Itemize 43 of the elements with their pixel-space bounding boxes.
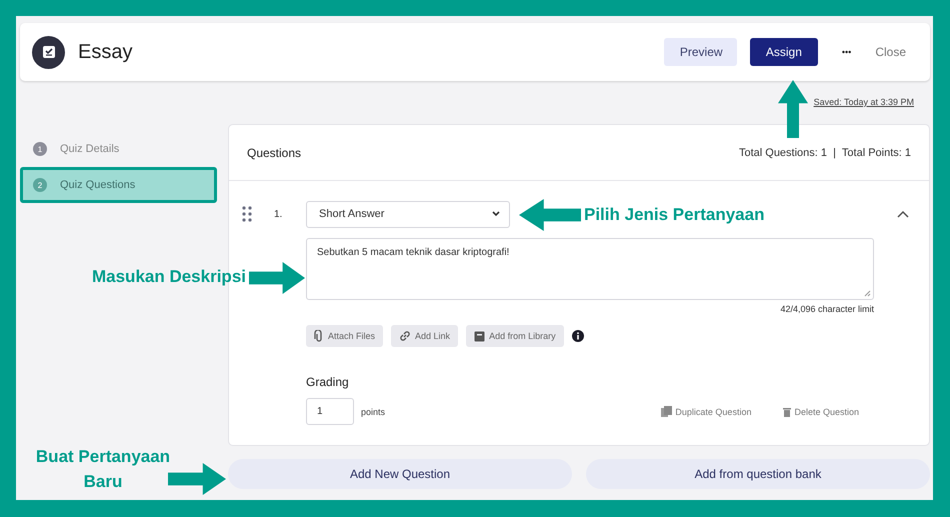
info-icon[interactable] (572, 330, 584, 342)
up-arrow-icon (778, 80, 808, 138)
resize-grip-icon[interactable] (864, 290, 871, 297)
question-bank-button[interactable]: Add from question bank (586, 459, 930, 489)
chevron-down-icon (491, 210, 501, 218)
question-number: 1. (274, 208, 284, 220)
annotation-label: Masukan Deskripsi (90, 266, 246, 288)
grading-label: Grading (306, 375, 350, 389)
delete-button[interactable]: Delete Question (777, 406, 865, 418)
add-question-button[interactable]: Add New Question (228, 459, 572, 489)
right-arrow-icon (168, 463, 226, 495)
copy-icon (661, 406, 672, 417)
points-field[interactable]: 1 (306, 398, 354, 425)
drag-handle-icon[interactable] (242, 206, 252, 222)
step-number: 1 (33, 142, 47, 156)
annotation-label: Buat Pertanyaan Baru (34, 446, 172, 493)
quiz-title: Essay (78, 40, 132, 64)
description-field[interactable]: Sebutkan 5 macam teknik dasar kriptografi! (306, 238, 874, 300)
left-arrow-icon (519, 199, 581, 231)
preview-button[interactable]: Preview (664, 38, 737, 66)
character-limit: 42/4,096 character limit (779, 304, 874, 314)
assign-button[interactable]: Assign (750, 38, 818, 66)
collapse-chevron-icon[interactable] (897, 210, 909, 218)
saved-link[interactable]: Saved: Today at 3:39 PM (814, 97, 914, 117)
quiz-icon (32, 36, 65, 68)
archive-box-icon (474, 330, 486, 342)
trash-icon (783, 406, 792, 416)
totals-text: Total Questions: 1 | Total Points: 1 (738, 146, 911, 158)
card-title: Questions (247, 146, 302, 160)
close-button[interactable]: Close (869, 44, 912, 60)
step-number: 2 (33, 178, 47, 192)
points-label: points (361, 406, 386, 416)
more-button[interactable]: ••• (836, 46, 858, 58)
duplicate-button[interactable]: Duplicate Question (655, 405, 758, 418)
sidebar-item[interactable]: 2 Quiz Questions (20, 167, 217, 203)
question-type-select[interactable]: Short Answer (306, 200, 510, 228)
right-arrow-icon (249, 262, 305, 294)
paperclip-icon (314, 330, 324, 342)
add-library-button[interactable]: Add from Library (466, 325, 564, 347)
annotation-label: Pilih Jenis Pertanyaan (584, 204, 766, 226)
link-icon (399, 330, 412, 342)
attach-files-button[interactable]: Attach Files (306, 325, 384, 347)
add-link-button[interactable]: Add Link (391, 325, 458, 347)
